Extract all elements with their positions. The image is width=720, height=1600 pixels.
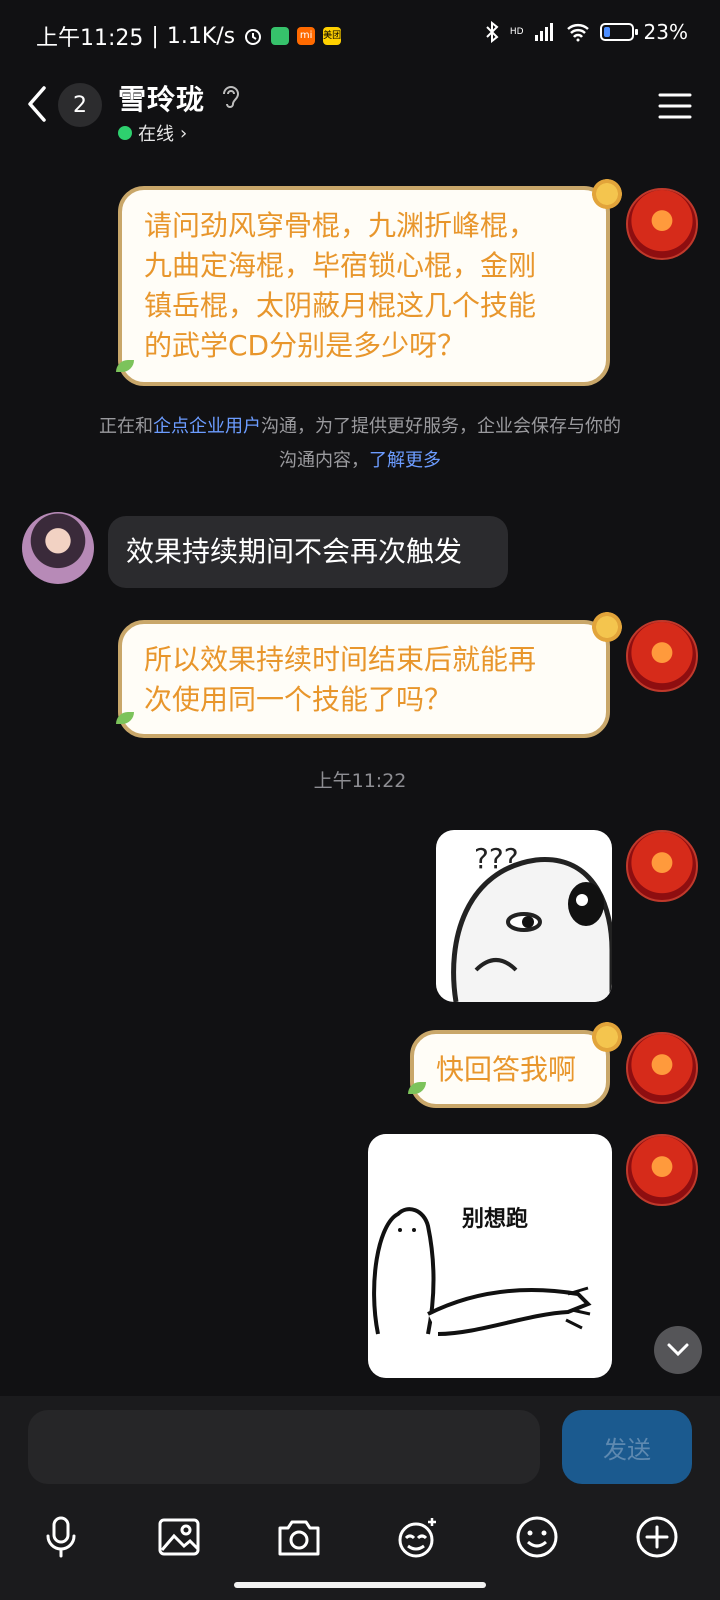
- status-right: HD 23%: [484, 20, 688, 44]
- message-line: 镇岳棍，太阴蔽月棍这几个技能: [144, 289, 537, 322]
- learn-more-link[interactable]: 了解更多: [369, 450, 441, 471]
- scroll-to-bottom-button[interactable]: [654, 1326, 702, 1374]
- my-message-bubble[interactable]: 所以效果持续时间结束后就能再 次使用同一个技能了吗？: [118, 620, 610, 738]
- mic-icon[interactable]: [38, 1514, 84, 1560]
- svg-text:???: ???: [474, 842, 519, 875]
- contact-name[interactable]: 雪玲珑: [118, 78, 205, 118]
- my-message-bubble[interactable]: 请问劲风穿骨棍，九渊折峰棍， 九曲定海棍，毕宿锁心棍，金刚 镇岳棍，太阴蔽月棍这…: [118, 186, 610, 386]
- message-line: 请问劲风穿骨棍，九渊折峰棍，: [144, 209, 537, 242]
- contact-avatar[interactable]: [22, 512, 94, 584]
- input-bar: 发送: [0, 1396, 720, 1600]
- my-avatar[interactable]: [626, 188, 698, 260]
- my-avatar[interactable]: [626, 620, 698, 692]
- sticker-icon[interactable]: [394, 1514, 440, 1560]
- sun-decoration-icon: [588, 1018, 626, 1056]
- contact-message-bubble[interactable]: 效果持续期间不会再次触发: [108, 516, 508, 588]
- dont-run-sticker: 别想跑: [372, 1207, 592, 1336]
- battery-percent: 23%: [643, 20, 688, 44]
- unread-count-badge[interactable]: 2: [58, 83, 102, 127]
- message-line: 九曲定海棍，毕宿锁心棍，金刚: [144, 249, 537, 282]
- chevron-right-icon: ›: [180, 122, 188, 144]
- message-line: 所以效果持续时间结束后就能再: [144, 643, 537, 676]
- plus-icon[interactable]: [634, 1514, 680, 1560]
- timestamp: 上午11:22: [313, 770, 407, 792]
- separator: |: [151, 23, 159, 49]
- online-status[interactable]: 在线 ›: [118, 120, 187, 146]
- home-indicator[interactable]: [234, 1582, 486, 1588]
- send-button[interactable]: 发送: [562, 1410, 692, 1484]
- net-speed: 1.1K/s: [166, 23, 236, 49]
- image-icon[interactable]: [156, 1514, 202, 1560]
- online-label: 在线: [138, 124, 174, 145]
- clock: 上午11:25: [36, 26, 144, 51]
- my-avatar[interactable]: [626, 1134, 698, 1206]
- svg-text:别想跑: 别想跑: [461, 1207, 528, 1232]
- mi-app-icon: mi: [297, 27, 316, 45]
- battery-icon: [599, 23, 638, 41]
- input-toolbar: [0, 1508, 720, 1568]
- signal-hd-label: HD: [509, 27, 524, 37]
- my-avatar[interactable]: [626, 830, 698, 902]
- message-input[interactable]: [28, 1410, 540, 1484]
- confused-face-sticker: ???: [451, 842, 612, 1002]
- signal-icon: [534, 23, 553, 41]
- chat-header: 2 雪玲珑 在线 ›: [0, 70, 720, 146]
- online-dot: [118, 126, 132, 140]
- message-line: 次使用同一个技能了吗？: [144, 683, 453, 716]
- privacy-notice: 正在和企点企业用户沟通，为了提供更好服务，企业会保存与你的 沟通内容，了解更多: [99, 416, 621, 471]
- bluetooth-icon: [486, 21, 499, 43]
- camera-icon[interactable]: [276, 1514, 322, 1560]
- message-line: 的武学CD分别是多少呀？: [144, 329, 466, 362]
- shield-app-icon: [271, 27, 290, 45]
- back-icon[interactable]: [22, 84, 54, 124]
- wifi-icon: [566, 24, 589, 42]
- meituan-app-icon: 美团: [323, 27, 341, 45]
- my-message-bubble[interactable]: 快回答我啊: [410, 1030, 610, 1108]
- my-avatar[interactable]: [626, 1032, 698, 1104]
- ear-icon[interactable]: [218, 82, 244, 110]
- sun-decoration-icon: [588, 175, 626, 213]
- enterprise-user-link[interactable]: 企点企业用户: [153, 416, 261, 437]
- status-bar: 上午11:25 | 1.1K/s mi 美团 HD 23%: [0, 0, 720, 68]
- chevron-down-icon: [667, 1343, 689, 1357]
- sun-decoration-icon: [588, 608, 626, 646]
- status-left: 上午11:25 | 1.1K/s mi 美团: [36, 20, 341, 52]
- emoji-icon[interactable]: [514, 1514, 560, 1560]
- sticker-image[interactable]: ???: [436, 830, 612, 1002]
- sticker-image[interactable]: 别想跑: [368, 1134, 612, 1378]
- alarm-icon: [245, 29, 262, 45]
- menu-icon[interactable]: [658, 92, 692, 120]
